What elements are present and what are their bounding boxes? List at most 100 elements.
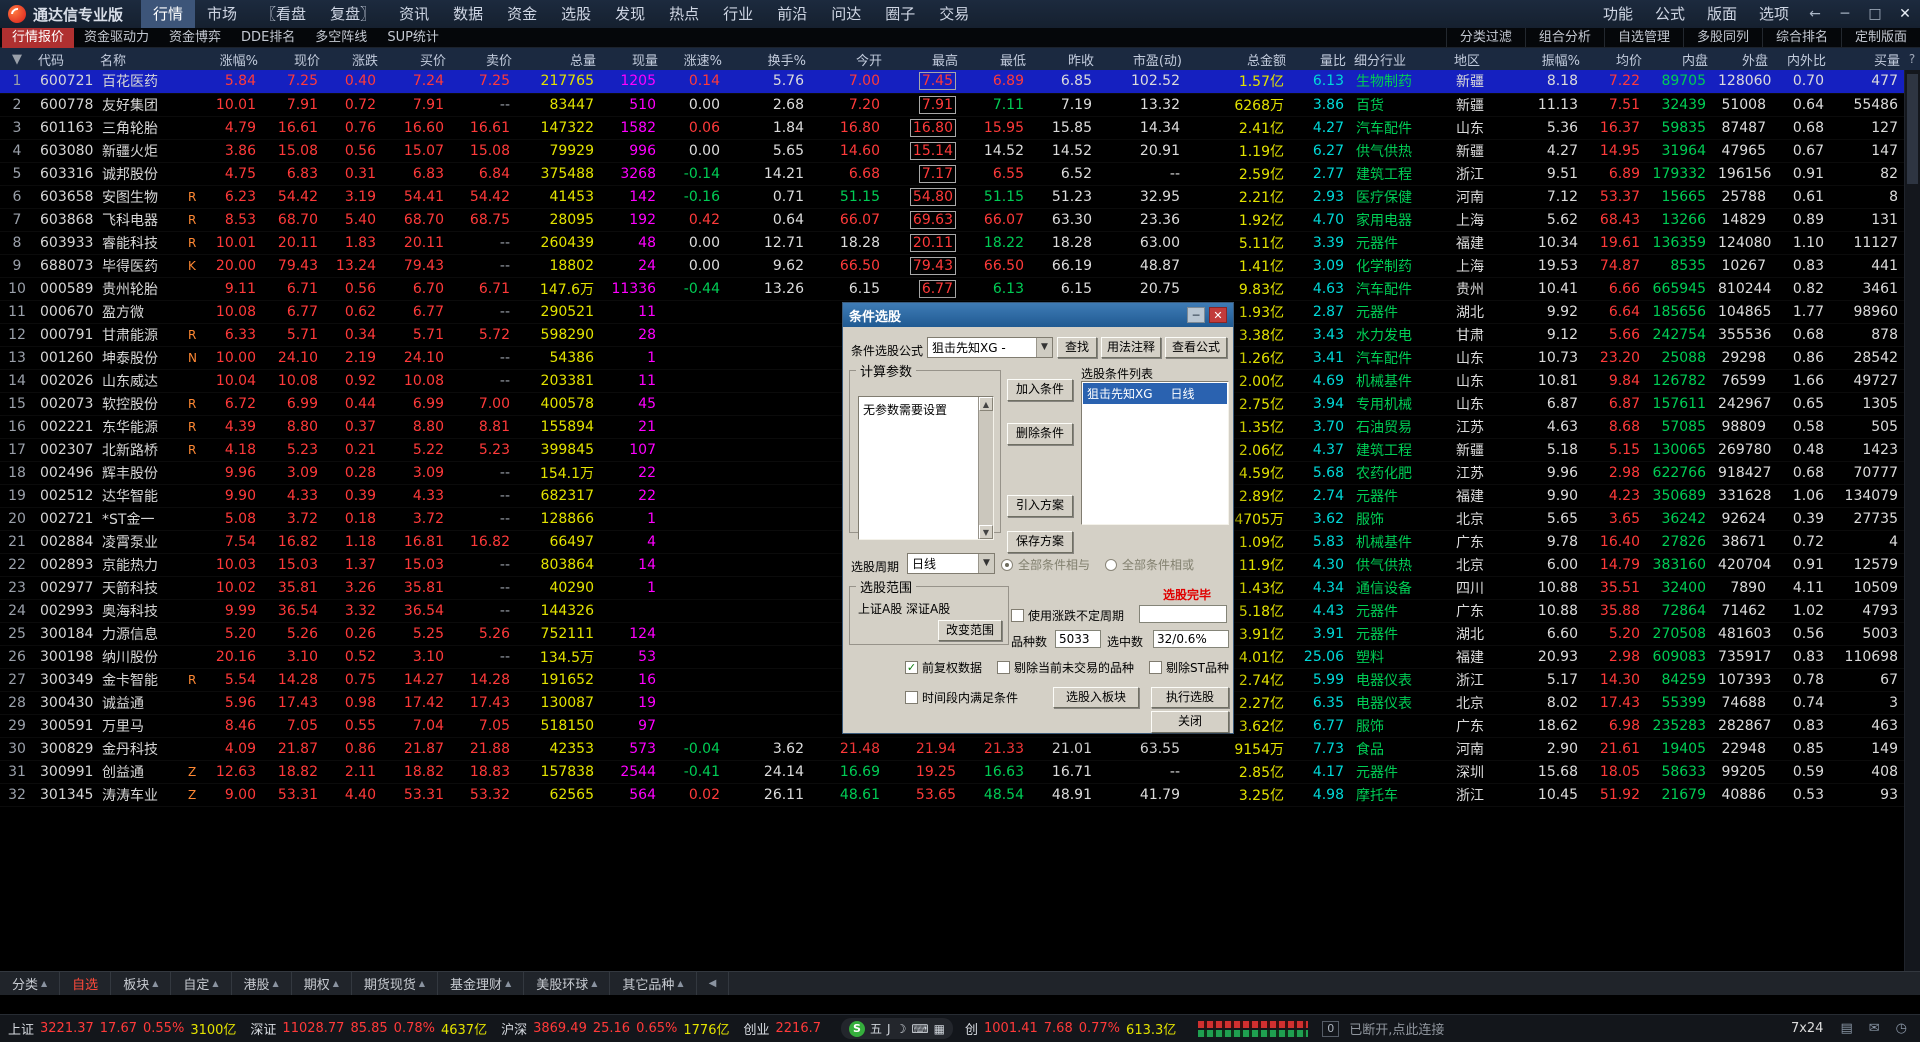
window-back-button[interactable]: ←: [1800, 0, 1830, 28]
usage-note-button[interactable]: 用法注释: [1101, 337, 1161, 358]
stock-row[interactable]: 3601163三角轮胎4.7916.610.7616.6016.61147322…: [0, 116, 1904, 139]
column-header-21[interactable]: 地区: [1450, 48, 1506, 70]
input-mode-wubi[interactable]: 五: [870, 1020, 882, 1037]
scroll-up-icon[interactable]: ▲: [979, 397, 993, 411]
function-menu-item[interactable]: 选项: [1748, 0, 1800, 28]
menu-item[interactable]: 交易: [927, 0, 981, 28]
panel-icon[interactable]: ▤: [1840, 1021, 1852, 1036]
function-menu-item[interactable]: 公式: [1644, 0, 1696, 28]
toolbar-tab[interactable]: 行情报价: [2, 28, 74, 48]
menu-item[interactable]: 问达: [819, 0, 873, 28]
menu-item[interactable]: 数据: [441, 0, 495, 28]
menu-item[interactable]: 资讯: [387, 0, 441, 28]
checkbox-exclude-st[interactable]: 剔除ST品种: [1149, 659, 1229, 676]
stock-row[interactable]: 4603080新疆火炬3.8615.080.5615.0715.08799299…: [0, 139, 1904, 162]
stock-row[interactable]: 10000589贵州轮胎9.116.710.566.706.71147.6万11…: [0, 277, 1904, 300]
dialog-minimize-button[interactable]: ─: [1187, 307, 1205, 323]
scroll-down-icon[interactable]: ▼: [979, 525, 993, 539]
params-list[interactable]: 无参数需要设置 ▲ ▼: [858, 396, 994, 540]
bottom-tab[interactable]: 其它品种▲: [610, 972, 696, 995]
toolbar-tool[interactable]: 分类过滤: [1446, 28, 1525, 47]
menu-item[interactable]: 〖看盘: [249, 0, 318, 28]
toolbar-tool[interactable]: 自选管理: [1604, 28, 1683, 47]
stock-row[interactable]: 30300829金丹科技4.0921.870.8621.8721.8842353…: [0, 737, 1904, 760]
window-maximize-button[interactable]: □: [1860, 0, 1890, 28]
bottom-tab[interactable]: 自选: [60, 972, 111, 995]
column-header-8[interactable]: 卖价: [450, 48, 516, 70]
column-header-18[interactable]: 总金额: [1186, 48, 1290, 70]
connection-status[interactable]: 已断开,点此连接: [1349, 1019, 1444, 1038]
column-header-10[interactable]: 现量: [600, 48, 662, 70]
stock-row[interactable]: 7603868飞科电器R8.5368.705.4068.7068.7528095…: [0, 208, 1904, 231]
scrollbar-thumb[interactable]: [1907, 74, 1918, 184]
toolbar-tab[interactable]: 资金驱动力: [74, 28, 159, 48]
message-count-badge[interactable]: 0: [1322, 1021, 1339, 1037]
toolbar-tool[interactable]: 组合分析: [1525, 28, 1604, 47]
bottom-tab[interactable]: 港股▲: [232, 972, 292, 995]
function-menu-item[interactable]: 版面: [1696, 0, 1748, 28]
delete-condition-button[interactable]: 删除条件: [1007, 423, 1073, 445]
column-header-17[interactable]: 市盈(动): [1098, 48, 1186, 70]
period-count-field[interactable]: [1139, 605, 1227, 623]
menu-item[interactable]: 复盘〗: [318, 0, 387, 28]
condition-list[interactable]: 狙击先知XG 日线: [1081, 381, 1229, 525]
toolbar-tab[interactable]: 资金博弈: [159, 28, 231, 48]
column-header-15[interactable]: 最低: [962, 48, 1030, 70]
period-select[interactable]: 日线 ▼: [907, 553, 995, 574]
menu-item[interactable]: 行情: [141, 0, 195, 28]
import-plan-button[interactable]: 引入方案: [1007, 495, 1073, 517]
stock-row[interactable]: 8603933睿能科技R10.0120.111.8320.11--2604394…: [0, 231, 1904, 254]
radio-all-or[interactable]: 全部条件相或: [1105, 556, 1194, 573]
column-header-3[interactable]: [182, 48, 202, 70]
bottom-tab[interactable]: 板块▲: [111, 972, 171, 995]
column-header-4[interactable]: 涨幅%: [202, 48, 262, 70]
column-header-16[interactable]: 昨收: [1030, 48, 1098, 70]
column-header-1[interactable]: 代码: [34, 48, 96, 70]
column-header-14[interactable]: 最高: [886, 48, 962, 70]
column-header-23[interactable]: 均价: [1584, 48, 1646, 70]
checkbox-forward-adjusted[interactable]: ✓ 前复权数据: [905, 659, 982, 676]
bottom-tab[interactable]: 期权▲: [292, 972, 352, 995]
dialog-close-button[interactable]: ✕: [1209, 307, 1227, 323]
column-header-24[interactable]: 内盘: [1646, 48, 1712, 70]
toolbox-icon[interactable]: ▦: [934, 1022, 945, 1036]
column-header-25[interactable]: 外盘: [1712, 48, 1772, 70]
view-formula-button[interactable]: 查看公式: [1165, 337, 1227, 358]
dropdown-arrow-icon[interactable]: ▼: [978, 554, 994, 573]
window-minimize-button[interactable]: ─: [1830, 0, 1860, 28]
stock-row[interactable]: 5603316诚邦股份4.756.830.316.836.84375488326…: [0, 162, 1904, 185]
stock-row[interactable]: 6603658安图生物R6.2354.423.1954.4154.4241453…: [0, 185, 1904, 208]
params-scrollbar[interactable]: ▲ ▼: [978, 397, 993, 539]
menu-item[interactable]: 市场: [195, 0, 249, 28]
column-header-6[interactable]: 涨跌: [324, 48, 382, 70]
radio-all-and[interactable]: 全部条件相与: [1001, 556, 1090, 573]
moon-icon[interactable]: ☽: [896, 1022, 907, 1036]
add-condition-button[interactable]: 加入条件: [1007, 379, 1073, 401]
column-header-27[interactable]: 买量: [1830, 48, 1904, 70]
stock-row[interactable]: 2600778友好集团10.017.910.727.91--834475100.…: [0, 93, 1904, 116]
toolbar-tab[interactable]: DDE排名: [231, 28, 305, 48]
find-button[interactable]: 查找: [1057, 337, 1097, 358]
toolbar-tab[interactable]: SUP统计: [377, 28, 449, 48]
menu-item[interactable]: 选股: [549, 0, 603, 28]
checkbox-time-range[interactable]: 时间段内满足条件: [905, 689, 1018, 706]
column-header-0[interactable]: ▼: [0, 48, 34, 70]
clock-icon[interactable]: ◷: [1896, 1021, 1907, 1036]
column-header-12[interactable]: 换手%: [726, 48, 810, 70]
input-mode-icon[interactable]: J: [887, 1022, 891, 1036]
toolbar-tool[interactable]: 定制版面: [1841, 28, 1920, 47]
menu-item[interactable]: 资金: [495, 0, 549, 28]
menu-item[interactable]: 热点: [657, 0, 711, 28]
header-help-button[interactable]: ?: [1904, 48, 1920, 70]
keyboard-icon[interactable]: ⌨: [911, 1022, 928, 1036]
bottom-tab[interactable]: 基金理财▲: [438, 972, 524, 995]
menu-item[interactable]: 行业: [711, 0, 765, 28]
column-header-26[interactable]: 内外比: [1772, 48, 1830, 70]
toolbar-tool[interactable]: 多股同列: [1683, 28, 1762, 47]
column-header-7[interactable]: 买价: [382, 48, 450, 70]
close-dialog-button[interactable]: 关闭: [1151, 711, 1229, 733]
toolbar-tab[interactable]: 多空阵线: [305, 28, 377, 48]
window-close-button[interactable]: ✕: [1890, 0, 1920, 28]
menu-item[interactable]: 前沿: [765, 0, 819, 28]
save-plan-button[interactable]: 保存方案: [1007, 531, 1073, 553]
